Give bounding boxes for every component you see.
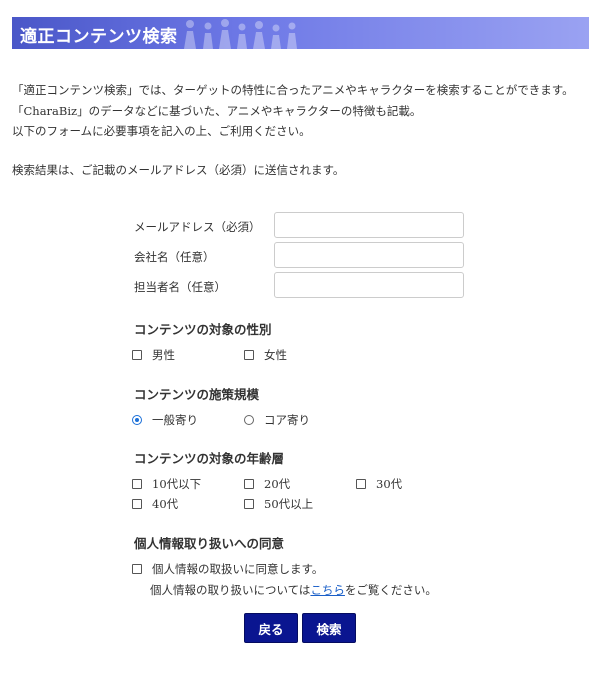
scale-section-title: コンテンツの施策規模	[134, 387, 260, 402]
age-option-50s-plus[interactable]: 50代以上	[244, 496, 313, 512]
scale-option-core[interactable]: コア寄り	[244, 412, 310, 428]
intro-line: 「CharaBiz」のデータなどに基づいた、アニメやキャラクターの特徴も記載。	[12, 103, 422, 118]
age-option-30s[interactable]: 30代	[356, 476, 402, 492]
person-field[interactable]	[274, 272, 464, 298]
person-label: 担当者名（任意）	[134, 280, 226, 294]
privacy-note-suffix: をご覧ください。	[344, 583, 437, 597]
female-checkbox[interactable]	[244, 350, 254, 360]
age-option-40s[interactable]: 40代	[132, 496, 178, 512]
email-field[interactable]	[274, 212, 464, 238]
age-section-title: コンテンツの対象の年齢層	[134, 451, 285, 466]
back-button[interactable]: 戻る	[244, 613, 298, 643]
fifties-plus-checkbox[interactable]	[244, 499, 254, 509]
option-label: 一般寄り	[152, 413, 198, 427]
option-label: 30代	[376, 477, 403, 491]
gender-option-female[interactable]: 女性	[244, 347, 287, 363]
option-label: 男性	[152, 348, 175, 362]
core-radio[interactable]	[244, 415, 254, 425]
option-label: 個人情報の取扱いに同意します。	[152, 562, 324, 576]
age-option-20s[interactable]: 20代	[244, 476, 290, 492]
email-notice: 検索結果は、ご記載のメールアドレス（必須）に送信されます。	[12, 163, 345, 177]
forties-checkbox[interactable]	[132, 499, 142, 509]
page-header: 適正コンテンツ検索	[12, 17, 589, 49]
page-title: 適正コンテンツ検索	[20, 27, 178, 47]
email-label: メールアドレス（必須）	[134, 220, 261, 234]
privacy-agree-option[interactable]: 個人情報の取扱いに同意します。	[132, 561, 323, 577]
privacy-section-title: 個人情報取り扱いへの同意	[134, 536, 285, 551]
privacy-policy-link[interactable]: こちら	[310, 583, 345, 597]
people-silhouette-icon	[184, 19, 297, 49]
scale-option-general[interactable]: 一般寄り	[132, 412, 198, 428]
gender-option-male[interactable]: 男性	[132, 347, 175, 363]
privacy-agree-checkbox[interactable]	[132, 564, 142, 574]
option-label: 20代	[264, 477, 291, 491]
option-label: 10代以下	[152, 477, 202, 491]
general-radio[interactable]	[132, 415, 142, 425]
intro-line: 「適正コンテンツ検索」では、ターゲットの特性に合ったアニメやキャラクターを検索す…	[12, 83, 574, 97]
teens-checkbox[interactable]	[132, 479, 142, 489]
male-checkbox[interactable]	[132, 350, 142, 360]
age-option-teens[interactable]: 10代以下	[132, 476, 201, 492]
intro-text: 「適正コンテンツ検索」では、ターゲットの特性に合ったアニメやキャラクターを検索す…	[12, 80, 574, 142]
option-label: 50代以上	[264, 497, 314, 511]
thirties-checkbox[interactable]	[356, 479, 366, 489]
option-label: 40代	[152, 497, 179, 511]
privacy-note-prefix: 個人情報の取り扱いについては	[150, 583, 311, 597]
option-label: 女性	[264, 348, 287, 362]
search-button[interactable]: 検索	[302, 613, 356, 643]
privacy-note: 個人情報の取り扱いについてはこちらをご覧ください。	[150, 582, 437, 598]
company-field[interactable]	[274, 242, 464, 268]
intro-line: 以下のフォームに必要事項を記入の上、ご利用ください。	[12, 124, 311, 138]
option-label: コア寄り	[264, 413, 310, 427]
twenties-checkbox[interactable]	[244, 479, 254, 489]
company-label: 会社名（任意）	[134, 250, 215, 264]
gender-section-title: コンテンツの対象の性別	[134, 322, 272, 337]
